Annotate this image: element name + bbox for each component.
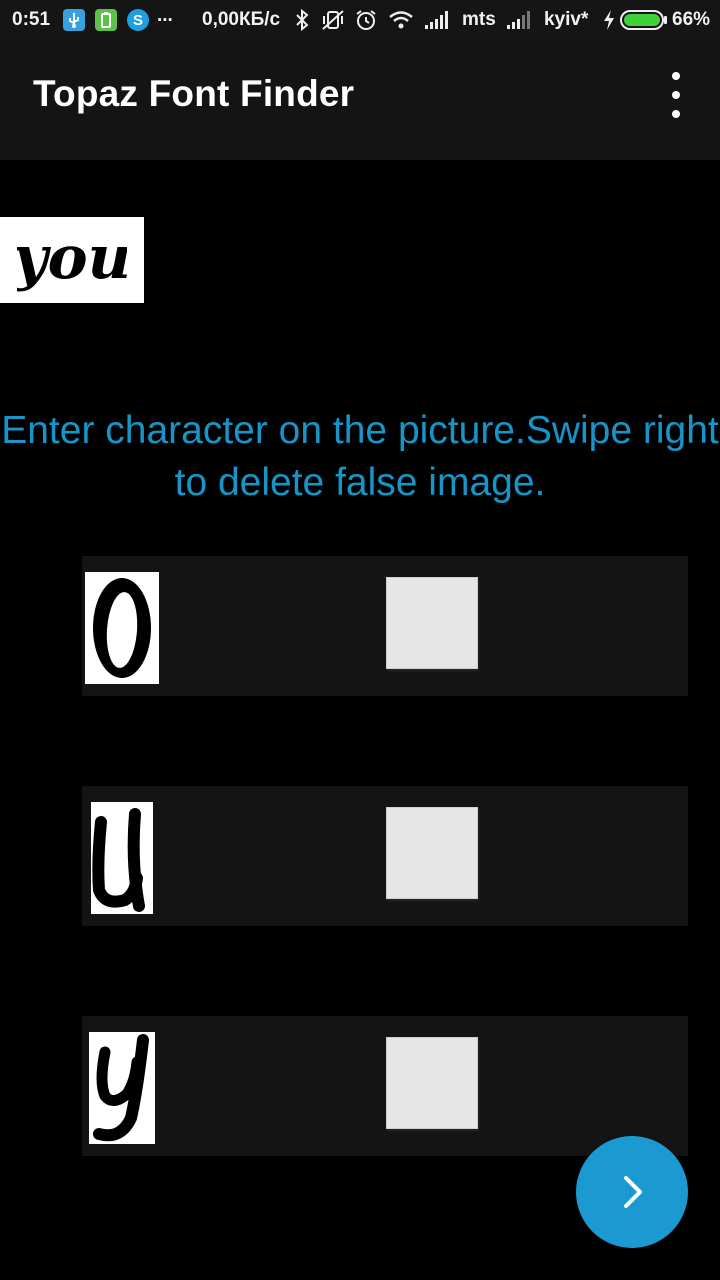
svg-text:S: S: [133, 12, 143, 29]
instructions-text: Enter character on the picture.Swipe rig…: [1, 409, 719, 504]
glyph-image: [89, 1032, 155, 1144]
more-notifications: ...: [157, 5, 173, 26]
glyph-image: [91, 802, 153, 914]
next-button[interactable]: [576, 1136, 688, 1248]
vibrate-off-icon: [320, 0, 346, 40]
character-input[interactable]: [386, 577, 478, 669]
carrier-name-1: mts: [462, 9, 496, 30]
skype-icon: S: [127, 0, 149, 40]
charging-icon: [602, 0, 616, 40]
battery-icon: [620, 0, 668, 40]
wifi-icon: [388, 0, 414, 40]
source-image-handwriting: you: [17, 223, 127, 293]
source-image-preview: you: [0, 217, 144, 303]
status-bar: 0:51 S ... 0,00КБ/с mts kyiv* 66%: [0, 0, 720, 40]
character-input[interactable]: [386, 1037, 478, 1129]
list-item[interactable]: [82, 786, 688, 926]
status-time: 0:51: [12, 9, 51, 30]
battery-percent: 66%: [672, 9, 711, 30]
glyph-image: [85, 572, 159, 684]
list-item[interactable]: [82, 1016, 688, 1156]
more-vert-icon[interactable]: [660, 72, 692, 118]
alarm-icon: [354, 0, 378, 40]
signal-icon: [424, 0, 452, 40]
usb-icon: [63, 0, 85, 40]
list-item[interactable]: [82, 556, 688, 696]
app-bar: Topaz Font Finder: [0, 40, 720, 160]
signal-icon: [506, 0, 534, 40]
network-speed: 0,00КБ/с: [202, 9, 281, 30]
app-title: Topaz Font Finder: [33, 73, 355, 114]
battery-saver-icon: [95, 0, 117, 40]
carrier-name-2: kyiv*: [544, 9, 589, 30]
character-input[interactable]: [386, 807, 478, 899]
bluetooth-icon: [294, 0, 310, 40]
chevron-right-icon: [624, 1176, 642, 1208]
source-image-text: you: [17, 223, 127, 293]
